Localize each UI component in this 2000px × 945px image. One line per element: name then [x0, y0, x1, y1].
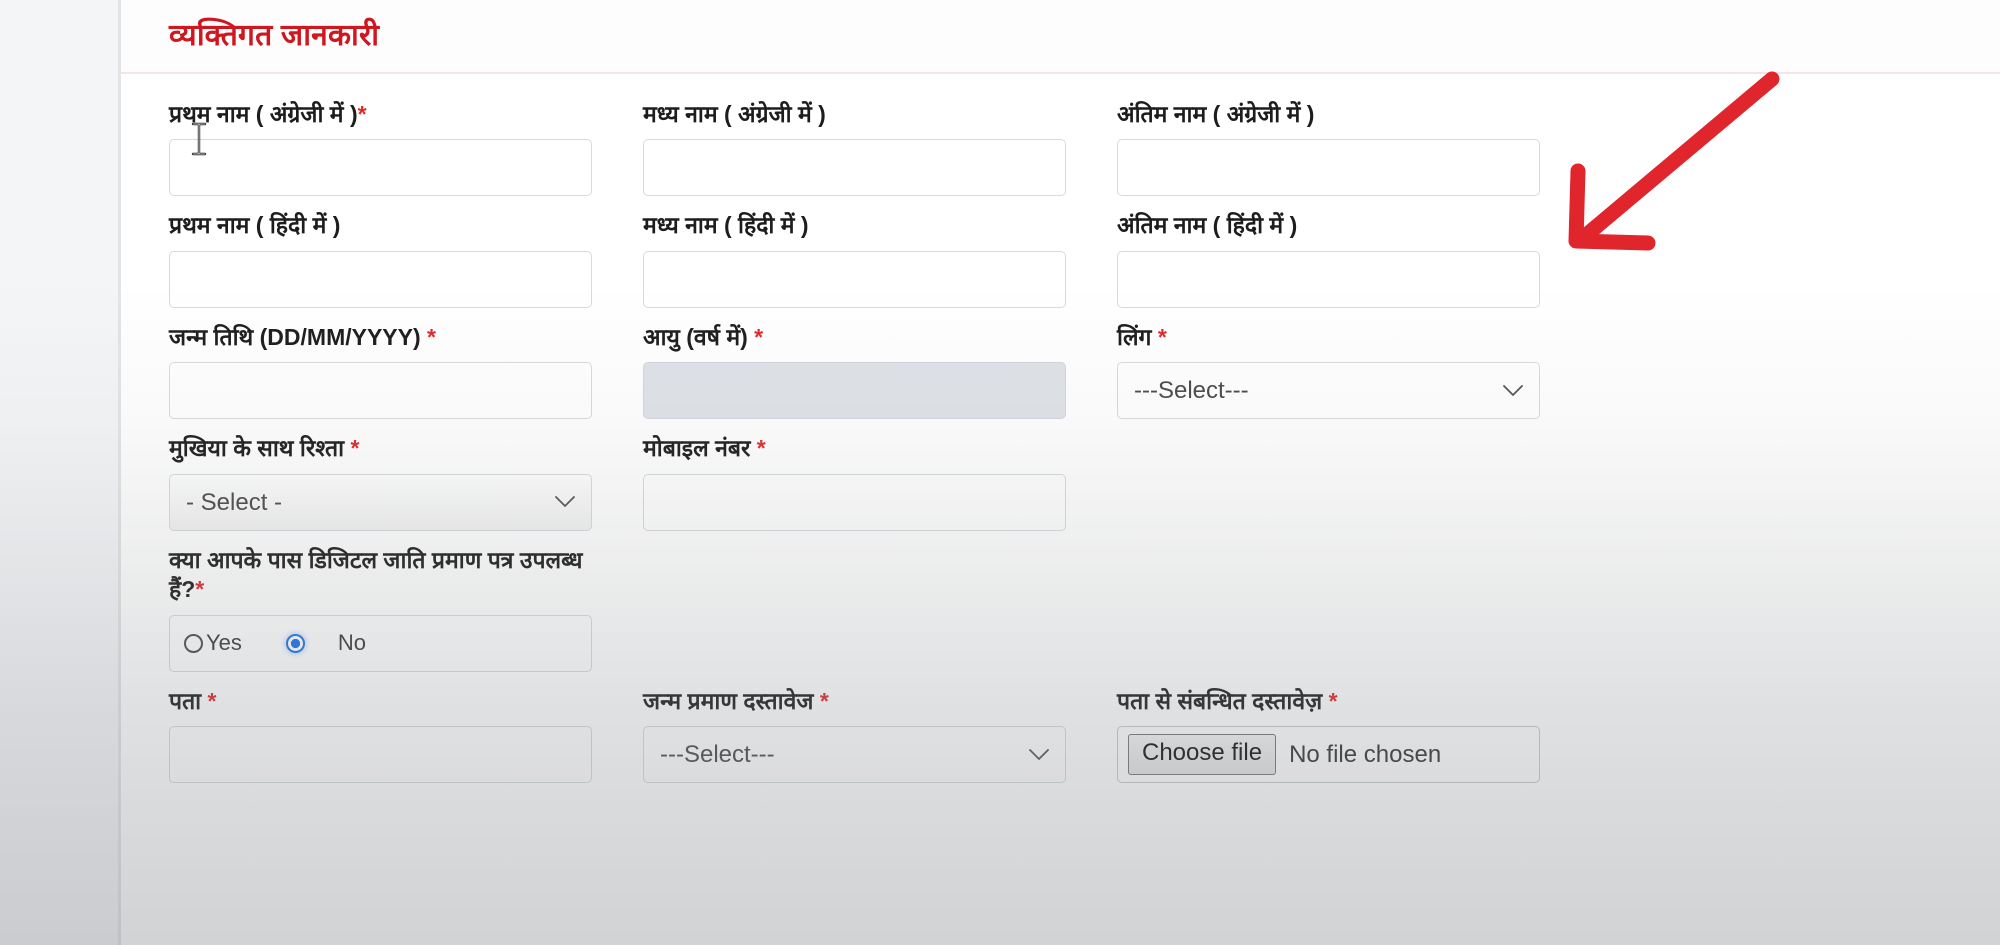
field-label: मध्य नाम ( हिंदी में ) [643, 211, 1066, 240]
field-mobile-number: मोबाइल नंबर * [643, 434, 1066, 530]
required-marker: * [1329, 688, 1338, 714]
required-marker: * [427, 324, 436, 350]
radio-label-no: No [338, 630, 366, 656]
form-col: अंतिम नाम ( अंग्रेजी में ) [1117, 100, 1540, 211]
form-col: प्रथम नाम ( अंग्रेजी में )* [169, 100, 592, 211]
form-row-caste-certificate: क्या आपके पास डिजिटल जाति प्रमाण पत्र उप… [169, 546, 1952, 687]
required-marker: * [820, 688, 829, 714]
field-birth-proof-document: जन्म प्रमाण दस्तावेज * ---Select--- [643, 687, 1066, 783]
last-name-english-input[interactable] [1117, 139, 1540, 196]
form-row-hindi-names: प्रथम नाम ( हिंदी में ) मध्य नाम ( हिंदी… [169, 211, 1952, 322]
form-col: मध्य नाम ( हिंदी में ) [643, 211, 1066, 322]
field-label: जन्म तिथि (DD/MM/YYYY) * [169, 323, 592, 352]
form-col: प्रथम नाम ( हिंदी में ) [169, 211, 592, 322]
field-label: पता से संबन्धित दस्तावेज़ * [1117, 687, 1540, 716]
form-col: अंतिम नाम ( हिंदी में ) [1117, 211, 1540, 322]
form-row-dob-age-gender: जन्म तिथि (DD/MM/YYYY) * आयु (वर्ष में) … [169, 323, 1952, 434]
address-proof-file-input[interactable]: Choose file No file chosen [1117, 726, 1540, 783]
field-label: प्रथम नाम ( अंग्रेजी में )* [169, 100, 592, 129]
field-last-name-english: अंतिम नाम ( अंग्रेजी में ) [1117, 100, 1540, 196]
field-label: पता * [169, 687, 592, 716]
field-address-proof-document: पता से संबन्धित दस्तावेज़ * Choose file … [1117, 687, 1540, 783]
field-address: पता * [169, 687, 592, 783]
radio-option-yes[interactable]: Yes [184, 630, 242, 656]
field-last-name-hindi: अंतिम नाम ( हिंदी में ) [1117, 211, 1540, 307]
field-age: आयु (वर्ष में) * [643, 323, 1066, 419]
page-title: व्यक्तिगत जानकारी [169, 18, 2000, 54]
form-col-empty [643, 546, 1066, 687]
form-col-empty [1117, 546, 1540, 687]
relation-select-wrapper: - Select - [169, 474, 592, 531]
form-col: मोबाइल नंबर * [643, 434, 1066, 545]
form-col: पता से संबन्धित दस्तावेज़ * Choose file … [1117, 687, 1540, 798]
field-middle-name-hindi: मध्य नाम ( हिंदी में ) [643, 211, 1066, 307]
gender-select-wrapper: ---Select--- [1117, 362, 1540, 419]
middle-name-hindi-input[interactable] [643, 251, 1066, 308]
form-col: जन्म प्रमाण दस्तावेज * ---Select--- [643, 687, 1066, 798]
address-input[interactable] [169, 726, 592, 783]
field-label: मोबाइल नंबर * [643, 434, 1066, 463]
field-gender: लिंग * ---Select--- [1117, 323, 1540, 419]
form-col: मुखिया के साथ रिश्ता * - Select - [169, 434, 592, 545]
field-label: क्या आपके पास डिजिटल जाति प्रमाण पत्र उप… [169, 546, 592, 605]
field-label: अंतिम नाम ( अंग्रेजी में ) [1117, 100, 1540, 129]
field-label: मध्य नाम ( अंग्रेजी में ) [643, 100, 1066, 129]
card-body: प्रथम नाम ( अंग्रेजी में )* मध्य नाम ( अ… [121, 74, 2000, 798]
card-header: व्यक्तिगत जानकारी [121, 0, 2000, 74]
first-name-hindi-input[interactable] [169, 251, 592, 308]
middle-name-english-input[interactable] [643, 139, 1066, 196]
file-status-label: No file chosen [1289, 741, 1441, 769]
form-col: आयु (वर्ष में) * [643, 323, 1066, 434]
field-label: जन्म प्रमाण दस्तावेज * [643, 687, 1066, 716]
radio-icon-no[interactable] [286, 634, 305, 653]
radio-option-no[interactable]: No [286, 630, 366, 656]
mobile-number-input[interactable] [643, 474, 1066, 531]
form-col: मध्य नाम ( अंग्रेजी में ) [643, 100, 1066, 211]
form-row-address-documents: पता * जन्म प्रमाण दस्तावेज * ---Select--… [169, 687, 1952, 798]
required-marker: * [754, 324, 763, 350]
required-marker: * [757, 435, 766, 461]
form-row-english-names: प्रथम नाम ( अंग्रेजी में )* मध्य नाम ( अ… [169, 100, 1952, 211]
required-marker: * [350, 435, 359, 461]
screen: व्यक्तिगत जानकारी प्रथम नाम ( अंग्रेजी म… [0, 0, 2000, 945]
field-label: अंतिम नाम ( हिंदी में ) [1117, 211, 1540, 240]
last-name-hindi-input[interactable] [1117, 251, 1540, 308]
form-col-empty [1117, 434, 1540, 545]
radio-label-yes: Yes [206, 630, 242, 656]
field-first-name-hindi: प्रथम नाम ( हिंदी में ) [169, 211, 592, 307]
relation-with-head-select[interactable]: - Select - [169, 474, 592, 531]
choose-file-button[interactable]: Choose file [1128, 734, 1276, 774]
birth-proof-document-select[interactable]: ---Select--- [643, 726, 1066, 783]
form-row-relation-mobile: मुखिया के साथ रिश्ता * - Select - मोबाइल… [169, 434, 1952, 545]
field-label: प्रथम नाम ( हिंदी में ) [169, 211, 592, 240]
personal-information-card: व्यक्तिगत जानकारी प्रथम नाम ( अंग्रेजी म… [121, 0, 2000, 945]
field-label: लिंग * [1117, 323, 1540, 352]
age-input[interactable] [643, 362, 1066, 419]
form-col: पता * [169, 687, 592, 798]
radio-icon-yes[interactable] [184, 634, 203, 653]
page-left-gutter [0, 0, 120, 945]
required-marker: * [195, 576, 204, 602]
field-first-name-english: प्रथम नाम ( अंग्रेजी में )* [169, 100, 592, 196]
first-name-english-input[interactable] [169, 139, 592, 196]
required-marker: * [1158, 324, 1167, 350]
form-col: जन्म तिथि (DD/MM/YYYY) * [169, 323, 592, 434]
birth-proof-select-wrapper: ---Select--- [643, 726, 1066, 783]
field-date-of-birth: जन्म तिथि (DD/MM/YYYY) * [169, 323, 592, 419]
required-marker: * [358, 101, 367, 127]
required-marker: * [208, 688, 217, 714]
field-middle-name-english: मध्य नाम ( अंग्रेजी में ) [643, 100, 1066, 196]
digital-caste-certificate-radio-group[interactable]: Yes No [169, 615, 592, 672]
gender-select[interactable]: ---Select--- [1117, 362, 1540, 419]
form-col: क्या आपके पास डिजिटल जाति प्रमाण पत्र उप… [169, 546, 592, 687]
field-label: आयु (वर्ष में) * [643, 323, 1066, 352]
date-of-birth-input[interactable] [169, 362, 592, 419]
field-digital-caste-certificate: क्या आपके पास डिजिटल जाति प्रमाण पत्र उप… [169, 546, 592, 672]
field-relation-with-head: मुखिया के साथ रिश्ता * - Select - [169, 434, 592, 530]
form-col: लिंग * ---Select--- [1117, 323, 1540, 434]
field-label: मुखिया के साथ रिश्ता * [169, 434, 592, 463]
